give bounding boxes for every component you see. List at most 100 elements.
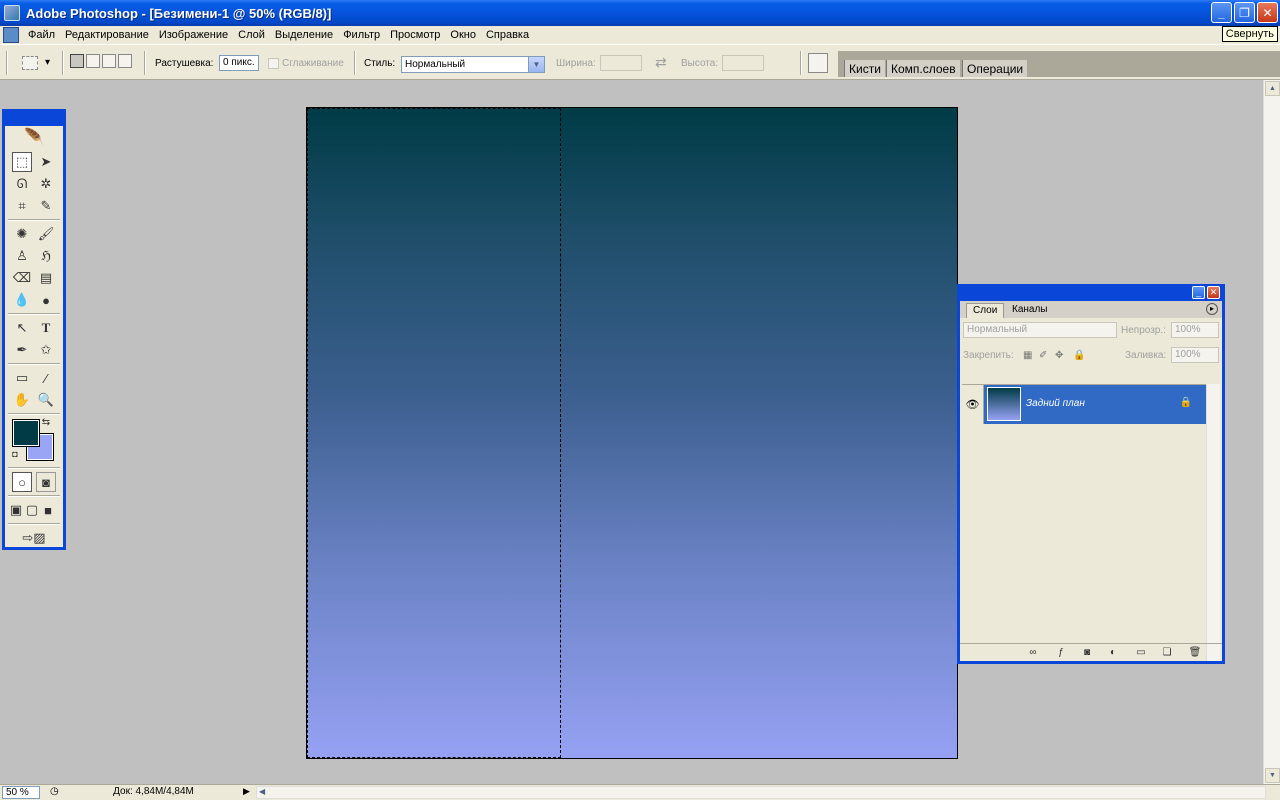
marquee-preset-icon[interactable] bbox=[22, 56, 38, 70]
history-brush-tool-icon[interactable]: ℌ bbox=[36, 246, 56, 266]
tab-layers[interactable]: Слои bbox=[966, 303, 1005, 318]
menu-view[interactable]: Просмотр bbox=[385, 29, 445, 41]
custom-shape-tool-icon[interactable]: ✩ bbox=[36, 340, 56, 360]
scroll-left-icon[interactable]: ◀ bbox=[259, 787, 265, 796]
workspace-horizontal-scrollbar[interactable]: ◀ bbox=[256, 786, 1266, 799]
document-canvas[interactable] bbox=[306, 107, 958, 759]
scroll-down-icon[interactable]: ▼ bbox=[1265, 768, 1280, 783]
menu-filter[interactable]: Фильтр bbox=[338, 29, 385, 41]
trash-icon[interactable]: 🗑 bbox=[1188, 647, 1202, 659]
document-size-info: Док: 4,84M/4,84M bbox=[113, 786, 194, 797]
status-bar: 50 % ◷ Док: 4,84M/4,84M ▶ ◀ bbox=[0, 784, 1280, 800]
full-screen-menu-mode-icon[interactable]: ▢ bbox=[24, 500, 40, 520]
menu-file[interactable]: Файл bbox=[23, 29, 60, 41]
magic-wand-tool-icon[interactable]: ✲ bbox=[36, 174, 56, 194]
menu-window[interactable]: Окно bbox=[445, 29, 481, 41]
standard-screen-mode-icon[interactable]: ▣ bbox=[8, 500, 24, 520]
lasso-tool-icon[interactable]: ᘏ bbox=[12, 174, 32, 194]
type-tool-icon[interactable]: T bbox=[36, 318, 56, 338]
foreground-color-swatch[interactable] bbox=[12, 419, 40, 447]
status-info-icon[interactable]: ◷ bbox=[50, 786, 59, 797]
hand-tool-icon[interactable]: ✋ bbox=[12, 390, 32, 410]
swap-dimensions-icon[interactable]: ⇄ bbox=[655, 54, 667, 71]
fill-input[interactable]: 100% bbox=[1171, 347, 1219, 363]
zoom-tool-icon[interactable]: 🔍 bbox=[36, 390, 56, 410]
palette-menu-icon[interactable]: ▸ bbox=[1206, 303, 1218, 315]
move-tool-icon[interactable]: ➤ bbox=[36, 152, 56, 172]
opacity-input[interactable]: 100% bbox=[1171, 322, 1219, 338]
blend-mode-dropdown[interactable]: Нормальный bbox=[963, 322, 1117, 338]
tab-actions[interactable]: Операции bbox=[962, 60, 1028, 77]
tab-layer-comps[interactable]: Комп.слоев bbox=[886, 60, 960, 77]
jump-to-imageready-icon[interactable]: ⇨▨ bbox=[12, 528, 56, 548]
tab-channels[interactable]: Каналы bbox=[1006, 303, 1054, 318]
scroll-up-icon[interactable]: ▲ bbox=[1265, 81, 1280, 96]
layer-row[interactable]: 👁 Задний план 🔒 bbox=[962, 385, 1208, 424]
crop-tool-icon[interactable]: ⌗ bbox=[12, 196, 32, 216]
chevron-down-icon[interactable]: ▼ bbox=[528, 57, 544, 72]
lock-position-icon[interactable]: ✥ bbox=[1055, 350, 1063, 361]
photoshop-app-icon[interactable] bbox=[4, 5, 20, 21]
height-input[interactable] bbox=[722, 55, 764, 71]
width-input[interactable] bbox=[600, 55, 642, 71]
palette-minimize-button[interactable]: _ bbox=[1192, 286, 1205, 299]
status-menu-arrow-icon[interactable]: ▶ bbox=[243, 786, 250, 797]
path-selection-tool-icon[interactable]: ↖ bbox=[12, 318, 32, 338]
new-selection-icon[interactable] bbox=[70, 54, 84, 68]
slice-tool-icon[interactable]: ✎ bbox=[36, 196, 56, 216]
lock-transparency-icon[interactable]: ▦ bbox=[1023, 350, 1032, 361]
lock-all-icon[interactable]: 🔒 bbox=[1073, 350, 1085, 361]
menu-layer[interactable]: Слой bbox=[233, 29, 270, 41]
antialias-checkbox[interactable] bbox=[268, 58, 279, 69]
minimize-button[interactable]: _ bbox=[1211, 2, 1232, 23]
layer-style-icon[interactable]: ƒ bbox=[1054, 647, 1068, 659]
pen-tool-icon[interactable]: ✒ bbox=[12, 340, 32, 360]
subtract-selection-icon[interactable] bbox=[102, 54, 116, 68]
eye-icon[interactable]: 👁 bbox=[962, 385, 984, 424]
dodge-tool-icon[interactable]: ● bbox=[36, 290, 56, 310]
tab-brushes[interactable]: Кисти bbox=[844, 60, 885, 77]
workspace-vertical-scrollbar[interactable]: ▲ ▼ bbox=[1263, 80, 1280, 784]
rect-marquee-tool-icon[interactable]: ⬚ bbox=[12, 152, 32, 172]
style-dropdown[interactable]: Нормальный ▼ bbox=[401, 56, 545, 73]
document-icon[interactable] bbox=[3, 27, 19, 43]
brush-tool-icon[interactable]: 🖌 bbox=[36, 224, 56, 244]
add-selection-icon[interactable] bbox=[86, 54, 100, 68]
swap-colors-icon[interactable]: ⇆ bbox=[39, 416, 53, 428]
layer-lock-icon: 🔒 bbox=[1179, 397, 1192, 408]
blend-opacity-row: Нормальный Непрозр.: 100% bbox=[963, 321, 1219, 341]
menu-image[interactable]: Изображение bbox=[154, 29, 233, 41]
feather-logo-icon[interactable]: 🪶 bbox=[7, 126, 61, 148]
standard-mode-icon[interactable]: ○ bbox=[12, 472, 32, 492]
gradient-tool-icon[interactable]: ▤ bbox=[36, 268, 56, 288]
eyedropper-tool-icon[interactable]: ⁄ bbox=[36, 368, 56, 388]
link-layers-icon[interactable]: ∞ bbox=[1026, 647, 1040, 659]
palette-close-button[interactable]: ✕ bbox=[1207, 286, 1220, 299]
menu-edit[interactable]: Редактирование bbox=[60, 29, 154, 41]
default-colors-icon[interactable]: ◘ bbox=[9, 448, 21, 460]
feather-input[interactable]: 0 пикс. bbox=[219, 55, 259, 71]
zoom-input[interactable]: 50 % bbox=[2, 786, 40, 799]
quick-mask-mode-icon[interactable]: ◙ bbox=[36, 472, 56, 492]
feather-label: Растушевка: bbox=[155, 58, 214, 69]
close-button[interactable]: ✕ bbox=[1257, 2, 1278, 23]
full-screen-mode-icon[interactable]: ■ bbox=[40, 500, 56, 520]
notes-tool-icon[interactable]: ▭ bbox=[12, 368, 32, 388]
layers-scrollbar[interactable] bbox=[1206, 384, 1220, 661]
blur-tool-icon[interactable]: 💧 bbox=[12, 290, 32, 310]
layer-thumbnail bbox=[987, 387, 1021, 421]
restore-button[interactable]: ❐ bbox=[1234, 2, 1255, 23]
eraser-tool-icon[interactable]: ⌫ bbox=[12, 268, 32, 288]
adjustment-layer-icon[interactable]: ◐ bbox=[1106, 647, 1120, 659]
healing-brush-tool-icon[interactable]: ✺ bbox=[12, 224, 32, 244]
new-group-icon[interactable]: ▭ bbox=[1134, 647, 1148, 659]
menu-help[interactable]: Справка bbox=[481, 29, 534, 41]
lock-pixels-icon[interactable]: ✐ bbox=[1039, 350, 1047, 361]
clone-stamp-tool-icon[interactable]: ♙ bbox=[12, 246, 32, 266]
palette-well-toggle-icon[interactable] bbox=[808, 53, 828, 73]
menu-select[interactable]: Выделение bbox=[270, 29, 338, 41]
new-layer-icon[interactable]: ❏ bbox=[1160, 647, 1174, 659]
intersect-selection-icon[interactable] bbox=[118, 54, 132, 68]
layer-mask-icon[interactable]: ◙ bbox=[1080, 647, 1094, 659]
preset-dropdown-arrow-icon[interactable]: ▾ bbox=[45, 57, 50, 68]
